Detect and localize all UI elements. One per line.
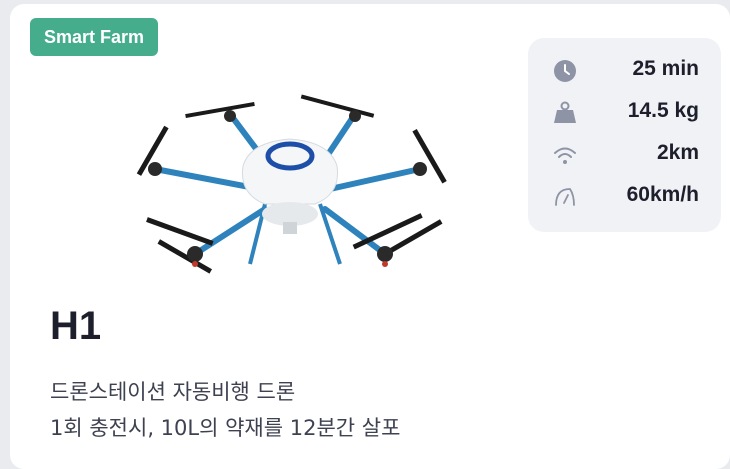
product-description-line1: 드론스테이션 자동비행 드론 — [50, 380, 296, 404]
spec-row-weight: 14.5 kg — [528, 93, 721, 133]
range-value: 2km — [656, 141, 699, 164]
clock-icon — [554, 60, 576, 82]
drone-image — [136, 94, 447, 274]
product-title: H1 — [50, 304, 102, 348]
weight-value: 14.5 kg — [627, 99, 699, 122]
product-description-line2: 1회 충전시, 10L의 약재를 12분간 살포 — [50, 416, 401, 440]
speed-value: 60km/h — [626, 183, 699, 206]
wifi-icon — [554, 147, 576, 164]
speedometer-icon — [555, 188, 575, 206]
weight-icon — [554, 101, 576, 123]
spec-row-flight-time: 25 min — [528, 51, 721, 91]
spec-panel: 25 min 14.5 kg 2km 60km/h — [528, 38, 721, 232]
spec-row-speed: 60km/h — [528, 177, 721, 217]
product-card[interactable]: Smart Farm 25 min 14.5 kg 2km 60km/h H1 … — [10, 4, 730, 469]
category-badge: Smart Farm — [30, 18, 159, 56]
spec-row-range: 2km — [528, 135, 721, 175]
flight-time-value: 25 min — [632, 57, 699, 80]
